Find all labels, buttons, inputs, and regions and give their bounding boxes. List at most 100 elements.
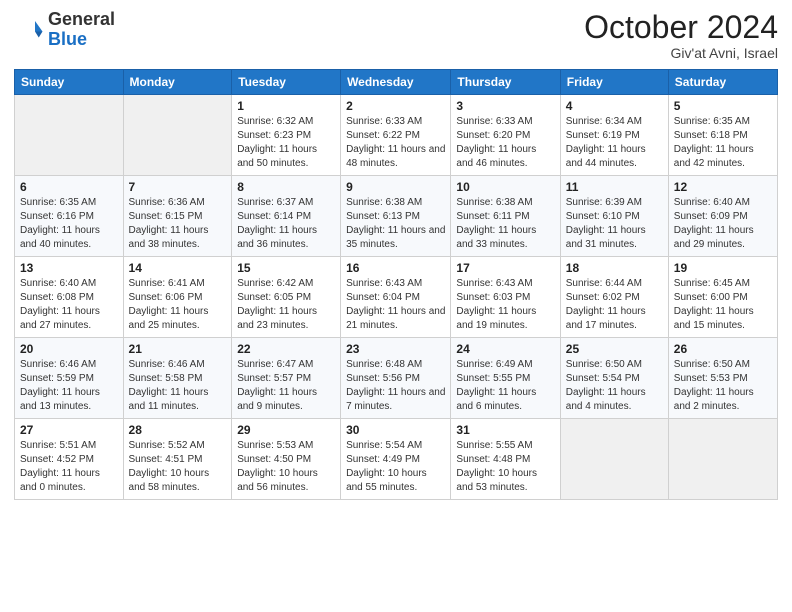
day-info: Sunrise: 5:55 AM Sunset: 4:48 PM Dayligh… — [456, 439, 554, 495]
day-info: Sunrise: 6:37 AM Sunset: 6:14 PM Dayligh… — [237, 196, 335, 252]
day-info: Sunrise: 6:50 AM Sunset: 5:53 PM Dayligh… — [674, 358, 772, 414]
day-number: 1 — [237, 99, 335, 113]
calendar-header-friday: Friday — [560, 70, 668, 95]
day-number: 26 — [674, 342, 772, 356]
day-info: Sunrise: 6:46 AM Sunset: 5:58 PM Dayligh… — [129, 358, 227, 414]
calendar-week-row: 6Sunrise: 6:35 AM Sunset: 6:16 PM Daylig… — [15, 176, 778, 257]
day-info: Sunrise: 6:38 AM Sunset: 6:11 PM Dayligh… — [456, 196, 554, 252]
calendar-cell: 18 Sunrise: 6:44 AM Sunset: 6:02 PM Dayli… — [560, 257, 668, 338]
day-number: 14 — [129, 261, 227, 275]
day-number: 15 — [237, 261, 335, 275]
calendar-cell: 27Sunrise: 5:51 AM Sunset: 4:52 PM Dayli… — [15, 419, 124, 500]
calendar-cell: 10 Sunrise: 6:38 AM Sunset: 6:11 PM Dayli… — [451, 176, 560, 257]
day-info: Sunrise: 6:43 AM Sunset: 6:03 PM Dayligh… — [456, 277, 554, 333]
day-number: 11 — [566, 180, 663, 194]
day-info: Sunrise: 6:49 AM Sunset: 5:55 PM Dayligh… — [456, 358, 554, 414]
day-info: Sunrise: 6:44 AM Sunset: 6:02 PM Dayligh… — [566, 277, 663, 333]
calendar-cell: 12Sunrise: 6:40 AM Sunset: 6:09 PM Dayli… — [668, 176, 777, 257]
calendar-cell: 25 Sunrise: 6:50 AM Sunset: 5:54 PM Dayli… — [560, 338, 668, 419]
calendar-cell: 8Sunrise: 6:37 AM Sunset: 6:14 PM Daylig… — [232, 176, 341, 257]
day-info: Sunrise: 5:53 AM Sunset: 4:50 PM Dayligh… — [237, 439, 335, 495]
calendar-cell: 14 Sunrise: 6:41 AM Sunset: 6:06 PM Dayli… — [123, 257, 232, 338]
calendar-cell: 5Sunrise: 6:35 AM Sunset: 6:18 PM Daylig… — [668, 95, 777, 176]
calendar-cell: 26 Sunrise: 6:50 AM Sunset: 5:53 PM Dayli… — [668, 338, 777, 419]
calendar-cell: 23 Sunrise: 6:48 AM Sunset: 5:56 PM Dayli… — [341, 338, 451, 419]
day-info: Sunrise: 6:46 AM Sunset: 5:59 PM Dayligh… — [20, 358, 118, 414]
calendar-cell: 21 Sunrise: 6:46 AM Sunset: 5:58 PM Dayli… — [123, 338, 232, 419]
day-number: 31 — [456, 423, 554, 437]
day-number: 18 — [566, 261, 663, 275]
calendar-week-row: 27Sunrise: 5:51 AM Sunset: 4:52 PM Dayli… — [15, 419, 778, 500]
location-title: Giv'at Avni, Israel — [584, 45, 778, 61]
calendar-cell: 9Sunrise: 6:38 AM Sunset: 6:13 PM Daylig… — [341, 176, 451, 257]
calendar-cell: 13 Sunrise: 6:40 AM Sunset: 6:08 PM Dayli… — [15, 257, 124, 338]
day-info: Sunrise: 6:34 AM Sunset: 6:19 PM Dayligh… — [566, 115, 663, 171]
day-info: Sunrise: 6:48 AM Sunset: 5:56 PM Dayligh… — [346, 358, 445, 414]
calendar-cell — [560, 419, 668, 500]
title-block: October 2024 Giv'at Avni, Israel — [584, 10, 778, 61]
calendar-cell: 24 Sunrise: 6:49 AM Sunset: 5:55 PM Dayli… — [451, 338, 560, 419]
logo-icon — [14, 15, 44, 45]
calendar-cell: 15 Sunrise: 6:42 AM Sunset: 6:05 PM Dayli… — [232, 257, 341, 338]
calendar-cell — [15, 95, 124, 176]
day-info: Sunrise: 6:35 AM Sunset: 6:16 PM Dayligh… — [20, 196, 118, 252]
day-info: Sunrise: 5:51 AM Sunset: 4:52 PM Dayligh… — [20, 439, 118, 495]
calendar-cell: 2 Sunrise: 6:33 AM Sunset: 6:22 PM Daylig… — [341, 95, 451, 176]
day-info: Sunrise: 6:38 AM Sunset: 6:13 PM Dayligh… — [346, 196, 445, 252]
day-number: 23 — [346, 342, 445, 356]
day-info: Sunrise: 5:54 AM Sunset: 4:49 PM Dayligh… — [346, 439, 445, 495]
calendar-header-tuesday: Tuesday — [232, 70, 341, 95]
day-number: 21 — [129, 342, 227, 356]
day-info: Sunrise: 6:40 AM Sunset: 6:09 PM Dayligh… — [674, 196, 772, 252]
calendar-cell: 6Sunrise: 6:35 AM Sunset: 6:16 PM Daylig… — [15, 176, 124, 257]
day-number: 24 — [456, 342, 554, 356]
day-number: 20 — [20, 342, 118, 356]
logo-blue: Blue — [48, 29, 87, 49]
calendar-table: SundayMondayTuesdayWednesdayThursdayFrid… — [14, 69, 778, 500]
calendar-week-row: 13 Sunrise: 6:40 AM Sunset: 6:08 PM Dayli… — [15, 257, 778, 338]
day-number: 10 — [456, 180, 554, 194]
calendar-cell: 29Sunrise: 5:53 AM Sunset: 4:50 PM Dayli… — [232, 419, 341, 500]
day-info: Sunrise: 6:33 AM Sunset: 6:20 PM Dayligh… — [456, 115, 554, 171]
day-info: Sunrise: 6:50 AM Sunset: 5:54 PM Dayligh… — [566, 358, 663, 414]
day-number: 7 — [129, 180, 227, 194]
day-info: Sunrise: 6:47 AM Sunset: 5:57 PM Dayligh… — [237, 358, 335, 414]
calendar-cell: 7 Sunrise: 6:36 AM Sunset: 6:15 PM Daylig… — [123, 176, 232, 257]
calendar-cell: 16Sunrise: 6:43 AM Sunset: 6:04 PM Dayli… — [341, 257, 451, 338]
calendar-cell: 19 Sunrise: 6:45 AM Sunset: 6:00 PM Dayli… — [668, 257, 777, 338]
day-info: Sunrise: 6:36 AM Sunset: 6:15 PM Dayligh… — [129, 196, 227, 252]
calendar-cell: 20 Sunrise: 6:46 AM Sunset: 5:59 PM Dayli… — [15, 338, 124, 419]
calendar-header-thursday: Thursday — [451, 70, 560, 95]
calendar-cell: 1 Sunrise: 6:32 AM Sunset: 6:23 PM Daylig… — [232, 95, 341, 176]
day-info: Sunrise: 6:39 AM Sunset: 6:10 PM Dayligh… — [566, 196, 663, 252]
day-number: 5 — [674, 99, 772, 113]
day-number: 19 — [674, 261, 772, 275]
day-number: 17 — [456, 261, 554, 275]
day-info: Sunrise: 6:41 AM Sunset: 6:06 PM Dayligh… — [129, 277, 227, 333]
day-number: 2 — [346, 99, 445, 113]
day-number: 30 — [346, 423, 445, 437]
calendar-cell: 4Sunrise: 6:34 AM Sunset: 6:19 PM Daylig… — [560, 95, 668, 176]
day-number: 25 — [566, 342, 663, 356]
calendar-week-row: 1 Sunrise: 6:32 AM Sunset: 6:23 PM Daylig… — [15, 95, 778, 176]
day-number: 28 — [129, 423, 227, 437]
day-number: 22 — [237, 342, 335, 356]
header: General Blue October 2024 Giv'at Avni, I… — [14, 10, 778, 61]
calendar-cell — [668, 419, 777, 500]
day-info: Sunrise: 6:45 AM Sunset: 6:00 PM Dayligh… — [674, 277, 772, 333]
page: General Blue October 2024 Giv'at Avni, I… — [0, 0, 792, 612]
day-info: Sunrise: 6:33 AM Sunset: 6:22 PM Dayligh… — [346, 115, 445, 171]
logo: General Blue — [14, 10, 115, 50]
day-info: Sunrise: 6:42 AM Sunset: 6:05 PM Dayligh… — [237, 277, 335, 333]
day-number: 13 — [20, 261, 118, 275]
day-number: 16 — [346, 261, 445, 275]
day-info: Sunrise: 6:40 AM Sunset: 6:08 PM Dayligh… — [20, 277, 118, 333]
logo-general: General — [48, 9, 115, 29]
calendar-cell: 31 Sunrise: 5:55 AM Sunset: 4:48 PM Dayli… — [451, 419, 560, 500]
day-info: Sunrise: 6:32 AM Sunset: 6:23 PM Dayligh… — [237, 115, 335, 171]
calendar-cell: 28Sunrise: 5:52 AM Sunset: 4:51 PM Dayli… — [123, 419, 232, 500]
calendar-cell — [123, 95, 232, 176]
calendar-header-wednesday: Wednesday — [341, 70, 451, 95]
calendar-cell: 11 Sunrise: 6:39 AM Sunset: 6:10 PM Dayli… — [560, 176, 668, 257]
month-title: October 2024 — [584, 10, 778, 45]
